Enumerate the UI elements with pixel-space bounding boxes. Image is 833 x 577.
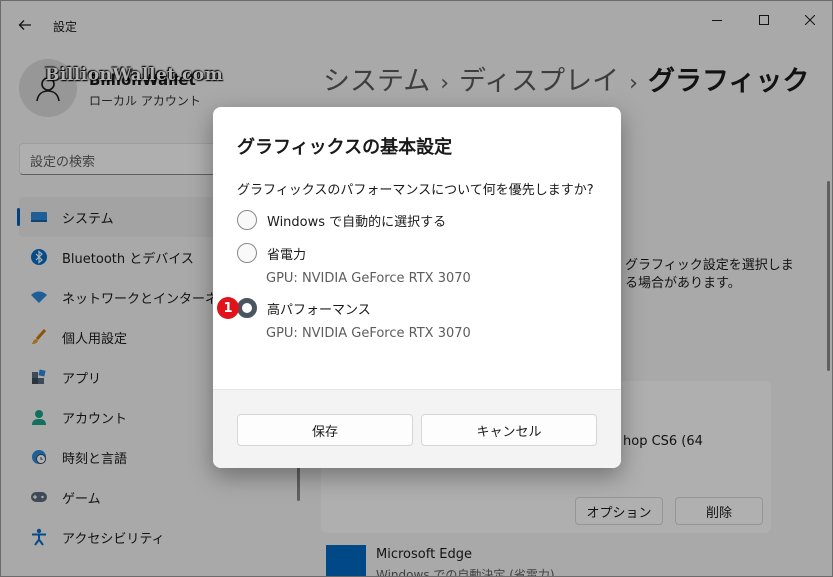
radio-label: Windows で自動的に選択する [267, 214, 447, 230]
dialog-title: グラフィックスの基本設定 [237, 137, 453, 158]
radio-option-power-saving[interactable]: 省電力 [237, 242, 306, 264]
radio-label: 省電力 [267, 247, 307, 263]
radio-button[interactable] [237, 243, 257, 263]
step-badge: 1 [217, 297, 239, 319]
radio-option-high-performance[interactable]: 高パフォーマンス [237, 297, 371, 319]
dialog-question: グラフィックスのパフォーマンスについて何を優先しますか? [237, 183, 594, 198]
radio-button[interactable] [237, 210, 257, 230]
gpu-label: GPU: NVIDIA GeForce RTX 3070 [266, 326, 471, 341]
save-button[interactable]: 保存 [237, 414, 413, 446]
dialog-footer: 保存 キャンセル [213, 389, 621, 468]
gpu-label: GPU: NVIDIA GeForce RTX 3070 [266, 271, 471, 286]
graphics-preference-dialog: グラフィックスの基本設定 グラフィックスのパフォーマンスについて何を優先しますか… [213, 107, 621, 468]
radio-button-selected[interactable] [237, 298, 257, 318]
radio-label: 高パフォーマンス [267, 302, 371, 318]
radio-option-auto[interactable]: Windows で自動的に選択する [237, 209, 446, 231]
cancel-button[interactable]: キャンセル [421, 414, 597, 446]
